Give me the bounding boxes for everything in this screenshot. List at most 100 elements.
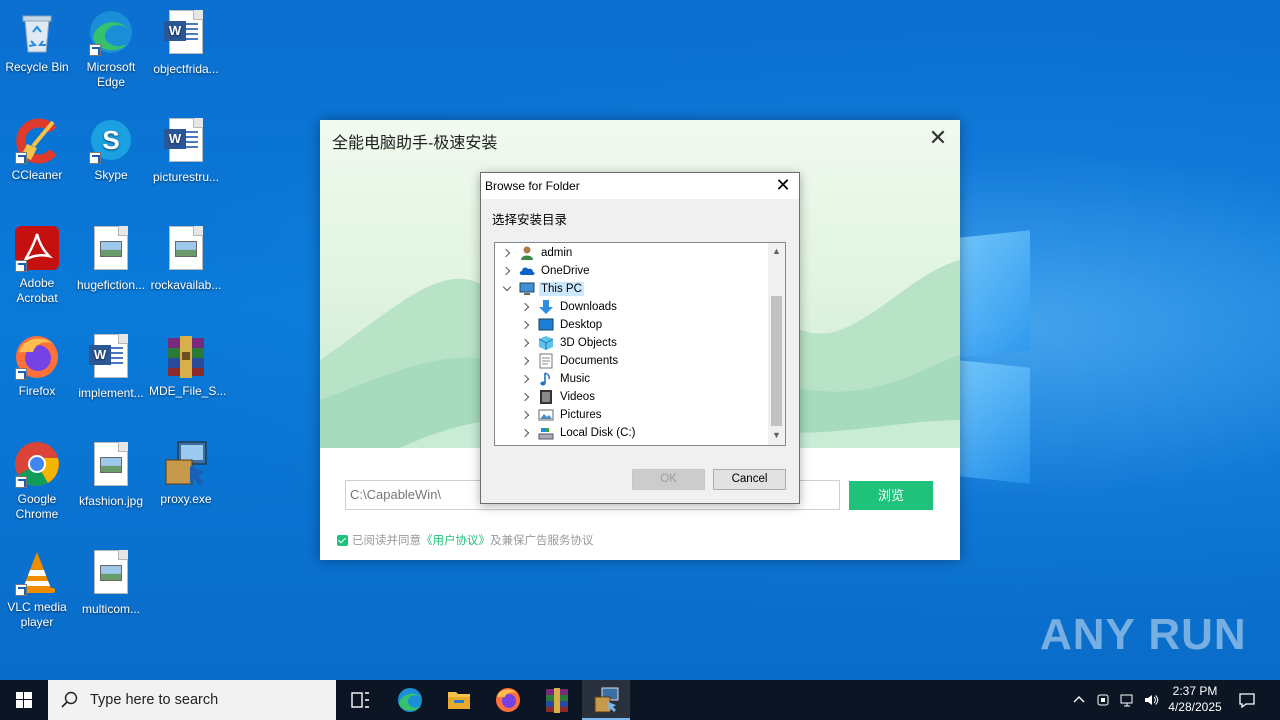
expand-chevron-icon[interactable]: [520, 319, 532, 331]
tree-item-local-disk-c[interactable]: Local Disk (C:): [520, 424, 637, 442]
desktop-icon-label: Google Chrome: [15, 492, 59, 521]
volume-icon: [1145, 695, 1159, 705]
desktop-icon-label: picturestru...: [152, 170, 220, 184]
desktop-icon-microsoft-edge[interactable]: Microsoft Edge: [74, 8, 148, 90]
search-icon: [61, 691, 78, 708]
taskbar-firefox[interactable]: [484, 680, 532, 720]
desktop-icon-mde-file[interactable]: MDE_File_S...: [149, 332, 227, 399]
expand-chevron-icon[interactable]: [501, 247, 513, 259]
anyrun-watermark: ANY RUN: [1040, 610, 1247, 660]
desktop-icon-hugefiction[interactable]: hugefiction...: [74, 224, 148, 293]
desktop-icon-objectfrida[interactable]: W objectfrida...: [149, 8, 223, 77]
expand-chevron-icon[interactable]: [501, 265, 513, 277]
tree-item-downloads[interactable]: Downloads: [520, 298, 619, 316]
dialog-title-bar: Browse for Folder ✕: [481, 173, 799, 199]
tree-item-desktop[interactable]: Desktop: [520, 316, 604, 334]
desktop-icon-google-chrome[interactable]: Google Chrome: [0, 440, 74, 522]
tree-item-admin[interactable]: admin: [501, 244, 574, 262]
desktop-icon-ccleaner[interactable]: CCleaner: [0, 116, 74, 183]
expand-chevron-icon[interactable]: [520, 301, 532, 313]
desktop-icon-skype[interactable]: S Skype: [74, 116, 148, 183]
folder-tree[interactable]: admin OneDrive This PC Downloads Desktop…: [494, 242, 786, 446]
tray-volume[interactable]: [1140, 680, 1162, 720]
tray-overflow-chevron[interactable]: [1068, 680, 1090, 720]
tree-item-pictures[interactable]: Pictures: [520, 406, 604, 424]
user-agreement-link[interactable]: 《用户协议》: [421, 532, 490, 548]
expand-chevron-icon[interactable]: [520, 355, 532, 367]
tree-item-label: OneDrive: [541, 265, 590, 277]
local-disk-icon: [538, 425, 554, 441]
ccleaner-icon: [13, 116, 61, 164]
taskbar-clock[interactable]: 2:37 PM 4/28/2025: [1160, 683, 1230, 715]
tray-network[interactable]: [1116, 680, 1138, 720]
expand-chevron-icon[interactable]: [520, 373, 532, 385]
browse-button[interactable]: 浏览: [849, 481, 933, 510]
desktop-icon-multicom[interactable]: multicom...: [74, 548, 148, 617]
taskbar-file-explorer[interactable]: [435, 680, 483, 720]
image-file-icon: [162, 226, 210, 274]
scroll-down-arrow-icon[interactable]: ▼: [772, 431, 781, 440]
chrome-icon: [13, 440, 61, 488]
agree-text-prefix: 已阅读并同意: [352, 535, 421, 547]
collapse-chevron-icon[interactable]: [501, 283, 513, 295]
desktop-icon-proxy-exe[interactable]: proxy.exe: [149, 440, 223, 507]
ok-button[interactable]: OK: [632, 469, 705, 490]
scroll-up-arrow-icon[interactable]: ▲: [772, 247, 781, 256]
tree-item-onedrive[interactable]: OneDrive: [501, 262, 592, 280]
desktop-icon-implement[interactable]: W implement...: [74, 332, 148, 401]
expand-chevron-icon[interactable]: [520, 427, 532, 439]
tree-item-label: admin: [541, 247, 573, 259]
notification-center-button[interactable]: [1232, 680, 1262, 720]
desktop-icon-adobe-acrobat[interactable]: Adobe Acrobat: [0, 224, 74, 306]
installer-title: 全能电脑助手-极速安装: [332, 135, 498, 152]
taskbar: Type here to search 2:37 PM 4/28/2025: [0, 680, 1280, 720]
tree-item-label: Music: [560, 373, 591, 385]
scrollbar-thumb[interactable]: [771, 296, 782, 426]
this-pc-icon: [519, 281, 535, 297]
desktop-icon-rockavailab[interactable]: rockavailab...: [149, 224, 223, 293]
taskbar-search-box[interactable]: Type here to search: [48, 680, 336, 720]
start-button[interactable]: [0, 680, 48, 720]
desktop-folder-icon: [538, 317, 554, 333]
tray-device-icon[interactable]: [1092, 680, 1114, 720]
word-doc-icon: W: [87, 334, 135, 382]
tree-item-this-pc[interactable]: This PC: [501, 280, 584, 298]
taskbar-winrar[interactable]: [533, 680, 581, 720]
expand-chevron-icon[interactable]: [520, 409, 532, 421]
desktop-icon-kfashion[interactable]: kfashion.jpg: [74, 440, 148, 509]
tree-item-music[interactable]: Music: [520, 370, 592, 388]
cancel-button[interactable]: Cancel: [713, 469, 786, 490]
taskbar-edge[interactable]: [386, 680, 434, 720]
desktop-icon-firefox[interactable]: Firefox: [0, 332, 74, 399]
desktop-icon-label: objectfrida...: [153, 62, 219, 76]
agree-checkbox[interactable]: [337, 534, 348, 546]
expand-chevron-icon[interactable]: [520, 337, 532, 349]
videos-icon: [538, 389, 554, 405]
dialog-close-button[interactable]: ✕: [773, 175, 793, 195]
desktop-icon-vlc[interactable]: VLC media player: [0, 548, 74, 630]
tree-item-label: This PC: [539, 282, 584, 296]
windows-start-icon: [16, 692, 32, 708]
taskbar-installer-app[interactable]: [582, 680, 630, 720]
expand-chevron-icon[interactable]: [520, 391, 532, 403]
desktop-icon-label: Firefox: [18, 384, 56, 398]
svg-text:S: S: [102, 125, 119, 155]
tree-item-documents[interactable]: Documents: [520, 352, 620, 370]
shortcut-arrow-icon: [15, 584, 27, 596]
tree-item-videos[interactable]: Videos: [520, 388, 597, 406]
desktop-icon-label: MDE_File_S...: [149, 384, 227, 398]
desktop-icon-label: hugefiction...: [76, 278, 146, 292]
tree-scrollbar[interactable]: ▲ ▼: [768, 243, 785, 445]
desktop-icon-label: VLC media player: [7, 600, 67, 629]
tree-item-label: Pictures: [560, 409, 602, 421]
desktop-icon-recycle-bin[interactable]: Recycle Bin: [0, 8, 74, 75]
firefox-icon: [496, 688, 520, 712]
task-view-button[interactable]: [336, 680, 384, 720]
documents-icon: [538, 353, 554, 369]
desktop-icon-picturestru[interactable]: W picturestru...: [149, 116, 223, 185]
tree-item-3d-objects[interactable]: 3D Objects: [520, 334, 619, 352]
file-explorer-icon: [448, 692, 470, 709]
image-file-icon: [87, 550, 135, 598]
installer-close-button[interactable]: ✕: [926, 126, 950, 150]
dialog-title: Browse for Folder: [485, 179, 580, 193]
